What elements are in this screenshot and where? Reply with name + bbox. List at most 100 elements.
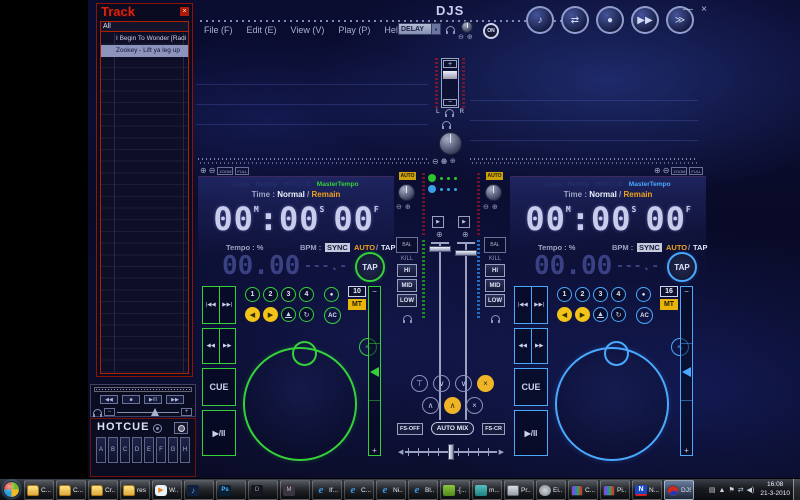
sync-button[interactable]: SYNC [325, 243, 350, 252]
taskbar-button[interactable]: Ei... [536, 480, 566, 500]
trim-minus-plus-right[interactable]: ⊖⊕ [483, 203, 501, 211]
taskbar-button[interactable]: e C... [344, 480, 374, 500]
time-mode-remain[interactable]: Remain [312, 190, 341, 199]
hotcue-number-button[interactable]: 1 [245, 287, 260, 302]
next-track-button[interactable]: ▶▶| [218, 287, 236, 323]
preview-volume-plus[interactable]: + [181, 407, 192, 416]
eq-kill-button[interactable]: HI [397, 264, 417, 277]
cue-button[interactable]: CUE [202, 368, 236, 406]
search-forward-button[interactable]: ▶▶ [218, 329, 236, 363]
taskbar-button[interactable]: ▶ W... [152, 480, 182, 500]
eq-kill-button[interactable]: LOW [397, 294, 417, 307]
track-rows[interactable]: I Begin To Wonder [Radi Zookey - Lift ya … [101, 33, 188, 373]
tempo-slider-pointer[interactable] [682, 367, 691, 377]
auto-gain-left[interactable]: AUTO [399, 172, 416, 180]
waveform-zoom-minus-plus[interactable]: ⊖⊕ [432, 157, 449, 166]
channel-fader-handle[interactable] [429, 246, 451, 252]
input-language-icon[interactable]: ▤ [709, 486, 716, 494]
effect-level-knob[interactable] [461, 21, 473, 33]
preview-transport-button[interactable]: ▶/II [144, 395, 162, 404]
preview-volume-minus[interactable]: − [104, 407, 115, 416]
tempo-range-box[interactable]: 10 [348, 286, 366, 297]
network-icon[interactable]: ⇄ [738, 486, 744, 494]
master-fader-minus[interactable]: − [443, 99, 457, 106]
eq-kill-button[interactable]: MID [485, 279, 505, 292]
cue-button[interactable]: CUE [514, 368, 548, 406]
tempo-slider[interactable]: − + [368, 286, 381, 456]
hotcue-number-button[interactable]: 1 [557, 287, 572, 302]
hotcue-number-button[interactable]: 2 [263, 287, 278, 302]
taskbar-button[interactable]: C... [24, 480, 54, 500]
previous-track-button[interactable]: |◀◀ [515, 287, 531, 323]
loop-control-button[interactable]: ▲ [593, 307, 608, 322]
taskbar-button[interactable]: M [280, 480, 310, 500]
fader-start-off-button[interactable]: FS-OFF [397, 422, 423, 435]
crossfader-curve-button[interactable]: ∧ [422, 397, 439, 414]
master-tempo-button[interactable]: MT [660, 299, 678, 310]
hotcue-number-button[interactable]: 4 [611, 287, 626, 302]
menu-item[interactable]: File (F) [204, 25, 233, 35]
volume-icon[interactable]: ◀) [747, 486, 755, 494]
auto-cue-button[interactable]: AC [636, 307, 653, 324]
master-fader-handle[interactable] [443, 71, 457, 79]
master-effect-button[interactable]: ♪ [526, 6, 554, 34]
loop-control-button[interactable]: ▲ [281, 307, 296, 322]
loop-control-button[interactable]: ◀ [557, 307, 572, 322]
hotcue-letter-button[interactable]: B [108, 437, 118, 463]
track-list-filter[interactable]: All [101, 22, 188, 32]
loop-control-button[interactable]: ▶ [575, 307, 590, 322]
eq-kill-button[interactable]: MID [397, 279, 417, 292]
fader-start-right[interactable]: ▶ [458, 216, 470, 228]
crossfader-curve-button[interactable]: ∨ [455, 375, 472, 392]
hotcue-letter-button[interactable]: F [156, 437, 166, 463]
taskbar-button[interactable]: D [248, 480, 278, 500]
effect-on-button[interactable]: ON [483, 23, 499, 39]
menu-item[interactable]: Play (P) [338, 25, 370, 35]
taskbar-button[interactable]: m... [472, 480, 502, 500]
master-effect-button[interactable]: ● [596, 6, 624, 34]
next-track-button[interactable]: ▶▶| [530, 287, 548, 323]
taskbar-button[interactable]: res [120, 480, 150, 500]
menu-item[interactable]: View (V) [291, 25, 325, 35]
crossfader-curve-button[interactable]: ∧ [444, 397, 461, 414]
time-mode-normal[interactable]: Normal [277, 190, 305, 199]
hotcue-number-button[interactable]: 4 [299, 287, 314, 302]
channel-fader-handle[interactable] [455, 250, 477, 256]
taskbar-button[interactable]: Pi... [600, 480, 630, 500]
taskbar-button[interactable]: Ps [216, 480, 246, 500]
hotcue-number-button[interactable]: 2 [575, 287, 590, 302]
hotcue-number-button[interactable]: 3 [593, 287, 608, 302]
preview-transport-button[interactable]: ■ [122, 395, 140, 404]
master-effect-button[interactable]: ⇄ [561, 6, 589, 34]
crossfader-curve-button[interactable]: ∨ [433, 375, 450, 392]
hotcue-letter-button[interactable]: C [120, 437, 130, 463]
fader-start-left[interactable]: ▶ [432, 216, 444, 228]
preview-transport-button[interactable]: ▶▶ [166, 395, 184, 404]
loop-control-button[interactable]: ▶ [263, 307, 278, 322]
crossfader[interactable]: ◀ ▶ [398, 444, 504, 460]
play-pause-button[interactable]: ▶/II [514, 410, 548, 456]
tap-button[interactable]: TAP [355, 252, 385, 282]
loop-control-button[interactable]: ↻ [299, 307, 314, 322]
loop-control-button[interactable]: ↻ [611, 307, 626, 322]
preview-transport-button[interactable]: ◀◀ [100, 395, 118, 404]
close-button[interactable]: × [698, 4, 710, 15]
tempo-slider-pointer[interactable] [370, 367, 379, 377]
taskbar-button[interactable]: e Bl... [408, 480, 438, 500]
effect-knob-minus-plus[interactable]: ⊖⊕ [458, 33, 476, 41]
tempo-slider[interactable]: − + [680, 286, 693, 456]
channel-fader-right[interactable] [455, 242, 477, 420]
eq-kill-button[interactable]: HI [485, 264, 505, 277]
master-fader-plus[interactable]: + [443, 60, 457, 68]
time-mode-normal[interactable]: Normal [589, 190, 617, 199]
preview-volume-marker[interactable] [151, 407, 160, 416]
auto-gain-right[interactable]: AUTO [486, 172, 503, 180]
eq-kill-button[interactable]: LOW [485, 294, 505, 307]
loop-control-button[interactable]: ◀ [245, 307, 260, 322]
taskbar-button[interactable]: ♪ [184, 480, 214, 500]
taskbar-button[interactable]: N N... [632, 480, 662, 500]
memory-button[interactable]: ● [324, 287, 339, 302]
track-row[interactable]: Zookey - Lift ya leg up [101, 45, 188, 57]
memory-button[interactable]: ● [636, 287, 651, 302]
hotcue-number-button[interactable]: 3 [281, 287, 296, 302]
